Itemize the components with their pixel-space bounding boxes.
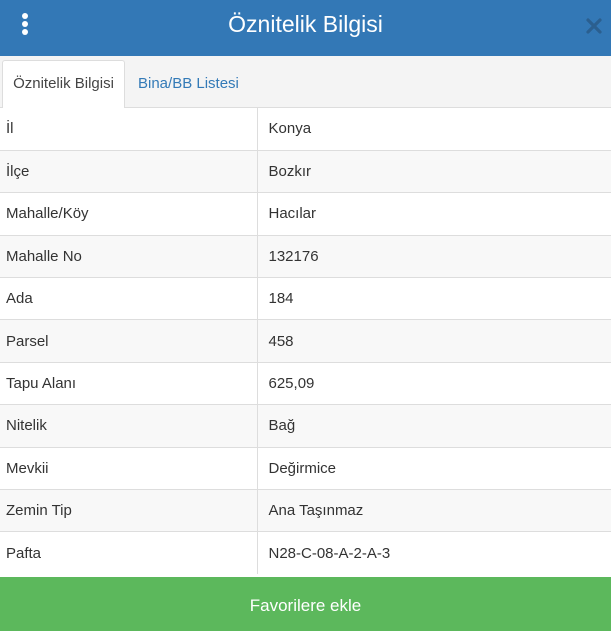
table-row: Zemin Tip Ana Taşınmaz [0,489,611,532]
attribute-value: 625,09 [257,361,611,405]
table-row: Mahalle No 132176 [0,234,611,278]
attribute-value: 132176 [257,234,611,278]
panel-header: Öznitelik Bilgisi [0,0,611,56]
attribute-key: Pafta [0,531,258,575]
table-row: Pafta N28-C-08-A-2-A-3 [0,531,611,575]
attribute-value: N28-C-08-A-2-A-3 [257,531,611,575]
attribute-value: 458 [257,319,611,363]
attribute-value: Ana Taşınmaz [257,489,611,532]
attribute-key: Zemin Tip [0,489,258,532]
attribute-key: Mevkii [0,446,258,490]
attribute-key: İlçe [0,149,258,193]
attribute-key: Ada [0,277,258,320]
tab-attribute-info[interactable]: Öznitelik Bilgisi [2,60,125,109]
table-row: Ada 184 [0,277,611,320]
table-row: Nitelik Bağ [0,404,611,448]
attribute-key: Tapu Alanı [0,361,258,405]
tab-bar: Öznitelik Bilgisi Bina/BB Listesi [0,56,611,109]
attribute-value: Bozkır [257,149,611,193]
table-row: İl Konya [0,108,611,151]
attribute-key: Parsel [0,319,258,363]
attribute-value: Bağ [257,404,611,448]
tab-building-list[interactable]: Bina/BB Listesi [128,60,249,108]
attribute-key: Nitelik [0,404,258,448]
attribute-value: Konya [257,108,611,151]
table-row: Tapu Alanı 625,09 [0,361,611,405]
panel-title: Öznitelik Bilgisi [228,11,383,37]
attribute-table: İl Konya İlçe Bozkır Mahalle/Köy Hacılar Mahal… [0,108,611,575]
table-row: Mevkii Değirmice [0,446,611,490]
menu-icon[interactable] [14,10,38,40]
table-row: Mahalle/Köy Hacılar [0,192,611,236]
add-to-favorites-button[interactable]: Favorilere ekle [0,577,611,631]
attribute-value: Hacılar [257,192,611,236]
attribute-key: Mahalle No [0,234,258,278]
close-icon[interactable] [585,17,603,35]
attribute-value: 184 [257,277,611,320]
table-row: Parsel 458 [0,319,611,363]
attribute-key: Mahalle/Köy [0,192,258,236]
table-row: İlçe Bozkır [0,149,611,193]
attribute-value: Değirmice [257,446,611,490]
attribute-key: İl [0,108,258,151]
attribute-info-panel: Öznitelik Bilgisi Öznitelik Bilgisi Bina… [0,0,611,631]
